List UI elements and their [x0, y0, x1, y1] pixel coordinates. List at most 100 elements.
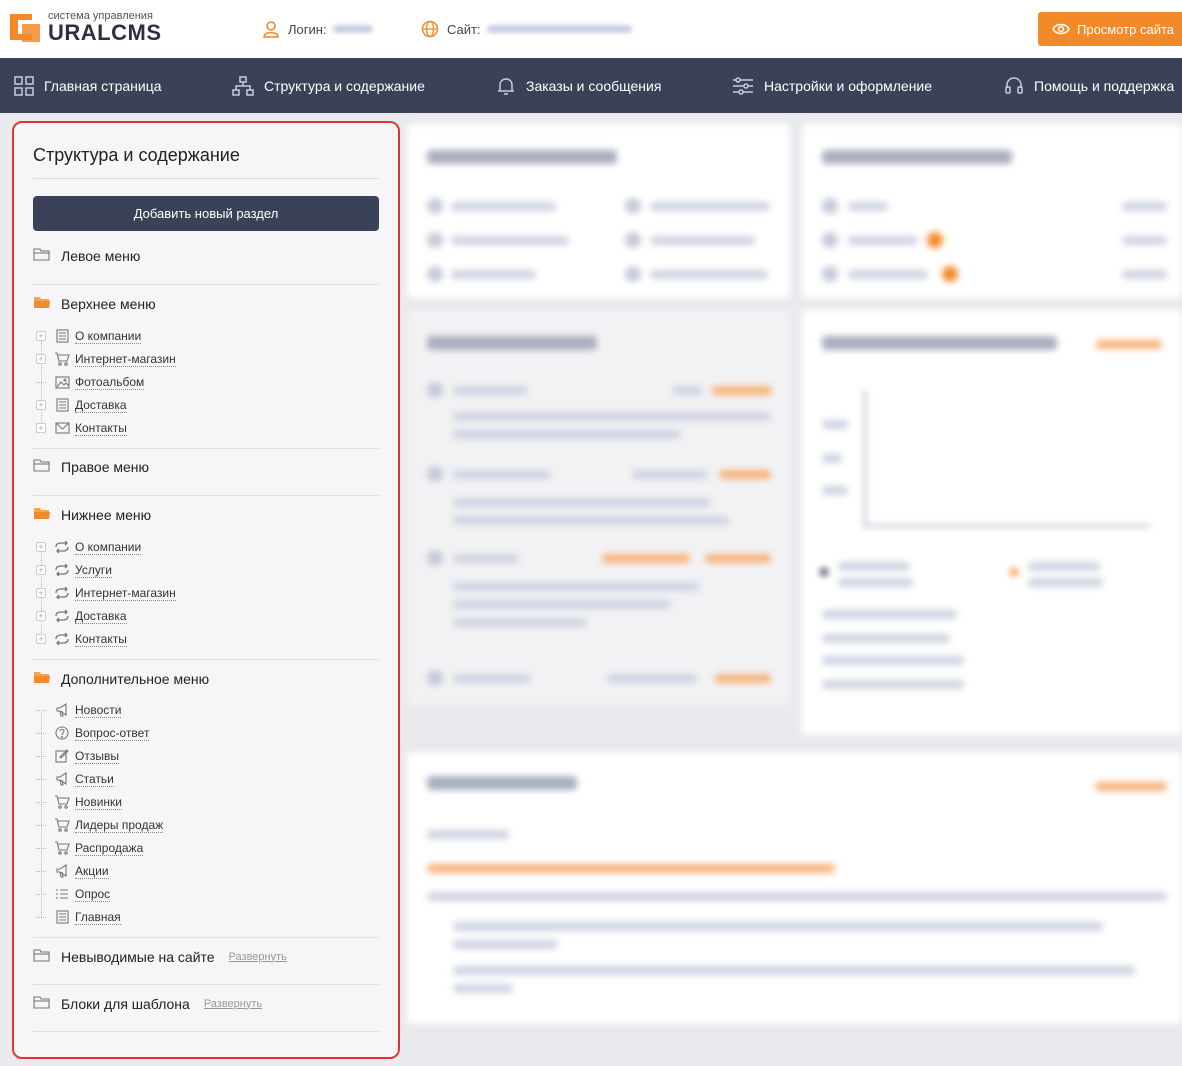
- nav-item-home[interactable]: Главная страница: [14, 58, 162, 113]
- tree-item[interactable]: Новинки: [36, 793, 122, 811]
- structure-icon: [232, 75, 254, 96]
- tree-item[interactable]: + Доставка: [36, 607, 127, 625]
- nav-item-help[interactable]: Помощь и поддержка: [1004, 58, 1174, 113]
- tree-item-label: Отзывы: [75, 748, 119, 764]
- tree-item[interactable]: Отзывы: [36, 747, 119, 765]
- card-orders: [802, 124, 1182, 298]
- folder-icon: [33, 948, 51, 965]
- tree-item[interactable]: Главная: [36, 908, 121, 926]
- expand-toggle-icon[interactable]: +: [36, 354, 46, 364]
- tree-item[interactable]: Опрос: [36, 885, 111, 903]
- nav-label: Настройки и оформление: [764, 77, 933, 94]
- tree-branch: [36, 801, 46, 803]
- section-extra-menu[interactable]: Дополнительное меню: [33, 670, 379, 687]
- section-top-menu[interactable]: Верхнее меню: [33, 295, 379, 312]
- tree-item[interactable]: + О компании: [36, 538, 142, 556]
- tree-item-label: Интернет-магазин: [75, 351, 176, 367]
- section-label: Дополнительное меню: [61, 670, 210, 687]
- expand-toggle-icon[interactable]: +: [36, 588, 46, 598]
- section-right-menu[interactable]: Правое меню: [33, 458, 379, 475]
- view-site-button[interactable]: Просмотр сайта: [1038, 12, 1182, 46]
- user-icon: [263, 21, 279, 38]
- section-label: Невыводимые на сайте: [61, 948, 215, 965]
- add-section-button[interactable]: Добавить новый раздел: [33, 196, 379, 231]
- folder-open-icon: [33, 506, 51, 523]
- section-label: Левое меню: [61, 247, 141, 264]
- tree-item-label: Доставка: [75, 608, 127, 624]
- tree-branch: [36, 778, 46, 780]
- tree-branch: [36, 709, 46, 711]
- section-hidden-pages[interactable]: Невыводимые на сайте Развернуть: [33, 948, 379, 965]
- card-services: [407, 310, 790, 705]
- nav-item-settings[interactable]: Настройки и оформление: [732, 58, 932, 113]
- expand-toggle-icon[interactable]: +: [36, 400, 46, 410]
- tree-item-label: Доставка: [75, 397, 127, 413]
- expand-toggle-icon[interactable]: +: [36, 423, 46, 433]
- card-main-settings: [407, 124, 790, 298]
- megaphone-icon: [54, 702, 70, 718]
- main-nav: Главная страница Структура и содержание …: [0, 58, 1182, 113]
- card-statistics: [802, 310, 1182, 735]
- tree-branch: [36, 824, 46, 826]
- grid-icon: [14, 75, 34, 96]
- folder-icon: [33, 995, 51, 1012]
- link-icon: [54, 562, 70, 578]
- tree-item[interactable]: Статьи: [36, 770, 114, 788]
- nav-item-orders[interactable]: Заказы и сообщения: [496, 58, 661, 113]
- tree-item-label: Опрос: [75, 886, 111, 902]
- tree-item[interactable]: + Доставка: [36, 396, 127, 414]
- section-bottom-menu[interactable]: Нижнее меню: [33, 506, 379, 523]
- nav-label: Главная страница: [44, 77, 162, 94]
- site-info: Сайт:: [421, 20, 632, 38]
- structure-panel: Структура и содержание Добавить новый ра…: [12, 121, 400, 1059]
- tree-item-label: Статьи: [75, 771, 114, 787]
- section-left-menu[interactable]: Левое меню: [33, 247, 379, 264]
- expand-link[interactable]: Развернуть: [229, 951, 287, 963]
- tree-item[interactable]: Вопрос-ответ: [36, 724, 150, 742]
- section-label: Нижнее меню: [61, 506, 152, 523]
- folder-open-icon: [33, 670, 51, 687]
- tree-item[interactable]: + Контакты: [36, 630, 127, 648]
- login-value: [332, 25, 373, 33]
- tree-item[interactable]: Распродажа: [36, 839, 144, 857]
- section-label: Верхнее меню: [61, 295, 156, 312]
- expand-toggle-icon[interactable]: +: [36, 542, 46, 552]
- view-site-label: Просмотр сайта: [1077, 21, 1175, 37]
- nav-item-structure[interactable]: Структура и содержание: [232, 58, 425, 113]
- tree-item[interactable]: + О компании: [36, 327, 142, 345]
- tree-item[interactable]: Фотоальбом: [36, 373, 145, 391]
- tree-item[interactable]: + Интернет-магазин: [36, 350, 176, 368]
- expand-link[interactable]: Развернуть: [204, 998, 262, 1010]
- divider: [33, 937, 379, 938]
- tree-item[interactable]: Акции: [36, 862, 109, 880]
- tree-item[interactable]: Лидеры продаж: [36, 816, 164, 834]
- divider: [33, 495, 379, 496]
- expand-toggle-icon[interactable]: +: [36, 565, 46, 575]
- section-template-blocks[interactable]: Блоки для шаблона Развернуть: [33, 995, 379, 1012]
- tree-item-label: Контакты: [75, 420, 127, 436]
- logo[interactable]: система управления URALCMS: [10, 10, 162, 44]
- tree-item[interactable]: Новости: [36, 701, 122, 719]
- logo-mark-icon: [10, 12, 40, 42]
- folder-icon: [33, 247, 51, 264]
- tree-item-label: Акции: [75, 863, 109, 879]
- tree-branch: [36, 847, 46, 849]
- tree-item[interactable]: + Интернет-магазин: [36, 584, 176, 602]
- tree-branch: [36, 755, 46, 757]
- tree-item[interactable]: + Услуги: [36, 561, 112, 579]
- bell-icon: [498, 77, 514, 95]
- tree-branch: [36, 732, 46, 734]
- divider: [33, 1031, 379, 1032]
- tree-item-label: Новинки: [75, 794, 122, 810]
- site-label: Сайт:: [447, 21, 481, 37]
- tree-branch: [36, 916, 46, 918]
- expand-toggle-icon[interactable]: +: [36, 634, 46, 644]
- expand-toggle-icon[interactable]: +: [36, 331, 46, 341]
- tree-item-label: Услуги: [75, 562, 112, 578]
- page-icon: [54, 328, 70, 344]
- site-value[interactable]: [486, 25, 632, 33]
- tree-item[interactable]: + Контакты: [36, 419, 127, 437]
- login-label: Логин:: [288, 21, 327, 37]
- expand-toggle-icon[interactable]: +: [36, 611, 46, 621]
- eye-icon: [1052, 23, 1070, 35]
